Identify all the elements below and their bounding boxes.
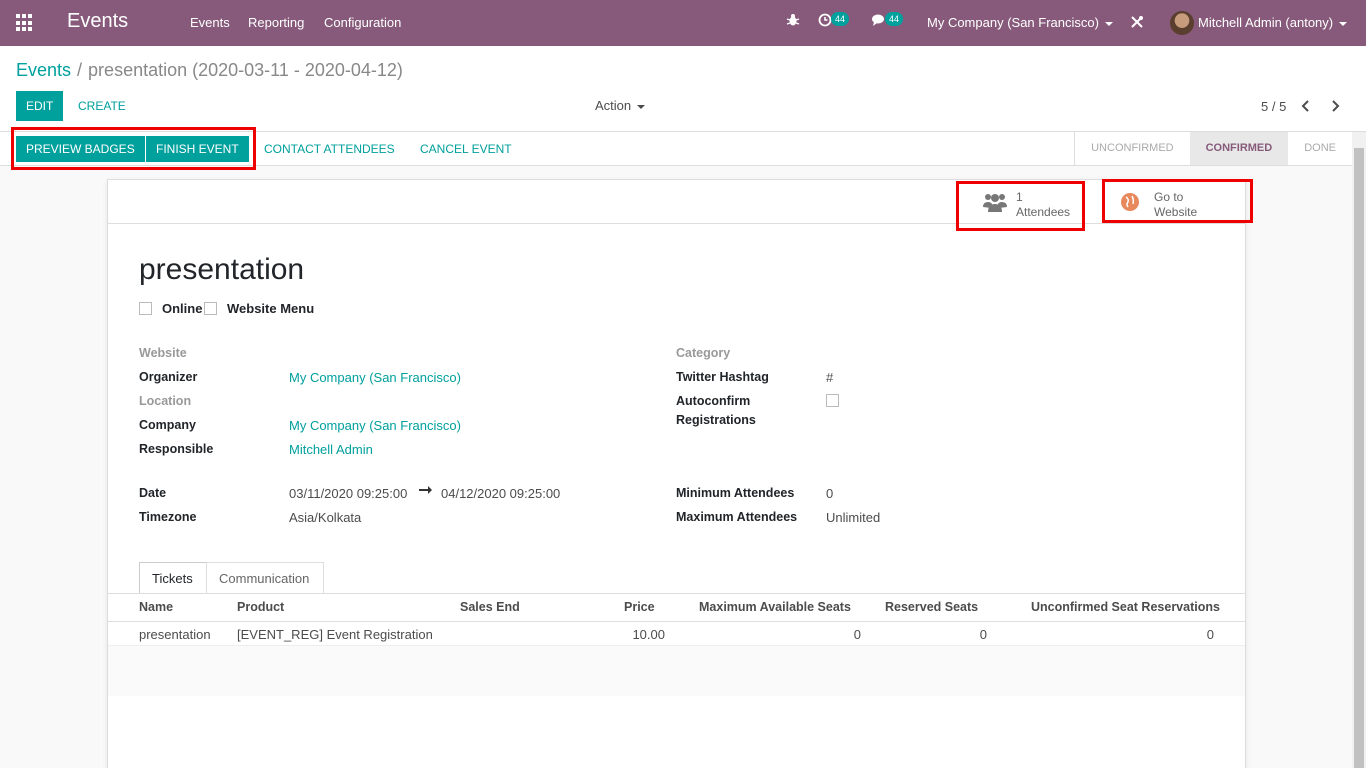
minimum-attendees-label: Minimum Attendees <box>676 486 795 500</box>
pager-next-icon[interactable] <box>1330 99 1340 115</box>
contact-attendees-button[interactable]: Contact Attendees <box>254 136 405 162</box>
online-label: Online <box>162 301 203 316</box>
user-avatar[interactable] <box>1170 11 1194 35</box>
tab-tickets[interactable]: Tickets <box>139 562 207 594</box>
table-row[interactable]: presentation [EVENT_REG] Event Registrat… <box>108 622 1245 646</box>
debug-bug-icon[interactable] <box>786 13 800 30</box>
date-field-label: Date <box>139 486 167 500</box>
cell-product: [EVENT_REG] Event Registration <box>237 627 433 642</box>
create-button[interactable]: Create <box>78 91 126 121</box>
tools-icon[interactable] <box>1129 14 1145 33</box>
message-count-badge: 44 <box>885 12 904 26</box>
form-sheet: 1 Attendees Go to Website presentation Onl… <box>107 179 1246 768</box>
vertical-scrollbar[interactable] <box>1352 132 1366 768</box>
column-max-available-seats[interactable]: Maximum Available Seats <box>699 600 851 614</box>
tab-communication[interactable]: Communication <box>206 562 324 594</box>
category-field-label: Category <box>676 346 731 360</box>
activity-clock-icon[interactable] <box>818 13 832 30</box>
twitter-hashtag-value[interactable]: # <box>826 370 833 385</box>
cell-price: 10.00 <box>632 627 665 642</box>
apps-menu-icon[interactable] <box>16 14 34 32</box>
minimum-attendees-value[interactable]: 0 <box>826 486 833 501</box>
activity-count-badge: 44 <box>831 12 850 26</box>
chevron-down-icon <box>1339 21 1348 26</box>
action-label: Action <box>595 98 632 113</box>
cell-unconfirmed-seats: 0 <box>1206 627 1214 642</box>
user-menu[interactable]: Mitchell Admin (antony) <box>1198 15 1348 30</box>
pager-previous-icon[interactable] <box>1301 99 1311 115</box>
date-end-value[interactable]: 04/12/2020 09:25:00 <box>441 486 560 501</box>
timezone-value[interactable]: Asia/Kolkata <box>289 510 361 525</box>
online-checkbox[interactable] <box>139 302 152 315</box>
highlight-statusbar-buttons <box>11 127 256 170</box>
app-title: Events <box>67 10 129 32</box>
organizer-field-label: Organizer <box>139 370 198 384</box>
column-product[interactable]: Product <box>237 600 284 614</box>
highlight-website-button <box>1102 179 1253 223</box>
scrollbar-thumb[interactable] <box>1354 148 1364 768</box>
top-navbar: Events Events Reporting Configuration 44… <box>0 0 1366 46</box>
chevron-down-icon <box>637 104 646 109</box>
organizer-value[interactable]: My Company (San Francisco) <box>289 370 461 385</box>
cell-reserved-seats: 0 <box>979 627 987 642</box>
control-panel: Events / presentation (2020-03-11 - 2020-0… <box>0 46 1366 132</box>
tickets-table-header: Name Product Sales End Price Maximum Ava… <box>108 594 1245 622</box>
company-name: My Company (San Francisco) <box>927 15 1099 30</box>
event-name-title[interactable]: presentation <box>139 253 304 287</box>
company-switcher[interactable]: My Company (San Francisco) <box>927 15 1113 30</box>
cell-max-available-seats: 0 <box>853 627 861 642</box>
breadcrumb-separator: / <box>77 60 83 80</box>
menu-events[interactable]: Events <box>190 15 230 30</box>
stage-pipeline: Unconfirmed Confirmed Done <box>1074 132 1352 165</box>
cancel-event-button[interactable]: Cancel Event <box>410 136 522 162</box>
column-sales-end[interactable]: Sales End <box>460 600 520 614</box>
twitter-hashtag-label: Twitter Hashtag <box>676 370 769 384</box>
chevron-down-icon <box>1104 21 1113 26</box>
timezone-field-label: Timezone <box>139 510 197 524</box>
column-unconfirmed-seat-reservations[interactable]: Unconfirmed Seat Reservations <box>1031 600 1220 614</box>
autoconfirm-label-line1: Autoconfirm <box>676 394 751 408</box>
date-begin-value[interactable]: 03/11/2020 09:25:00 <box>289 486 407 501</box>
breadcrumb-events-link[interactable]: Events <box>16 60 71 80</box>
location-field-label: Location <box>139 394 192 408</box>
action-dropdown[interactable]: Action <box>595 98 646 113</box>
breadcrumb-current: presentation (2020-03-11 - 2020-04-12) <box>88 60 403 80</box>
breadcrumb: Events / presentation (2020-03-11 - 2020-0… <box>16 60 403 81</box>
website-field-label: Website <box>139 346 187 360</box>
maximum-attendees-label: Maximum Attendees <box>676 510 798 524</box>
highlight-attendees-button <box>956 181 1085 231</box>
column-name[interactable]: Name <box>139 600 173 614</box>
stage-unconfirmed[interactable]: Unconfirmed <box>1075 132 1190 165</box>
autoconfirm-checkbox[interactable] <box>826 394 839 407</box>
responsible-field-label: Responsible <box>139 442 214 456</box>
column-price[interactable]: Price <box>624 600 655 614</box>
pager-value[interactable]: 5 / 5 <box>1261 99 1286 114</box>
edit-button[interactable]: Edit <box>16 91 64 121</box>
website-menu-checkbox[interactable] <box>204 302 217 315</box>
responsible-value[interactable]: Mitchell Admin <box>289 442 373 457</box>
stage-done[interactable]: Done <box>1288 132 1352 165</box>
maximum-attendees-value[interactable]: Unlimited <box>826 510 880 525</box>
menu-configuration[interactable]: Configuration <box>324 15 401 30</box>
company-field-label: Company <box>139 418 196 432</box>
table-empty-area <box>108 646 1245 696</box>
stage-confirmed[interactable]: Confirmed <box>1189 132 1289 165</box>
column-reserved-seats[interactable]: Reserved Seats <box>885 600 978 614</box>
company-value[interactable]: My Company (San Francisco) <box>289 418 461 433</box>
autoconfirm-label-line2: Registrations <box>676 413 756 427</box>
cell-name: presentation <box>139 627 211 642</box>
user-name: Mitchell Admin (antony) <box>1198 15 1334 30</box>
arrow-right-icon <box>418 484 434 499</box>
menu-reporting[interactable]: Reporting <box>248 15 304 30</box>
website-menu-label: Website Menu <box>227 301 315 316</box>
